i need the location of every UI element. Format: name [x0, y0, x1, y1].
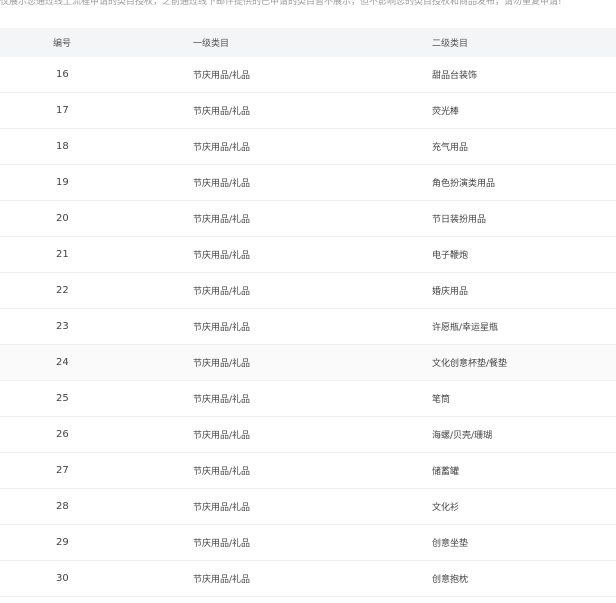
cell-id: 16 — [56, 69, 69, 80]
cell-level1: 节庆用品/礼品 — [193, 215, 251, 225]
cell-id: 25 — [56, 393, 69, 404]
table-row: 28 节庆用品/礼品 文化衫 — [0, 489, 616, 525]
cell-level2: 角色扮演类用品 — [432, 179, 496, 189]
table-row: 19 节庆用品/礼品 角色扮演类用品 — [0, 165, 616, 201]
cell-level1: 节庆用品/礼品 — [193, 467, 251, 477]
cell-level1: 节庆用品/礼品 — [193, 71, 251, 81]
cell-level2: 文化创意杯垫/餐垫 — [432, 359, 508, 369]
cell-level1: 节庆用品/礼品 — [193, 575, 251, 585]
table-row: 18 节庆用品/礼品 充气用品 — [0, 129, 616, 165]
header-level1-category: 一级类目 — [193, 39, 230, 49]
cell-level1: 节庆用品/礼品 — [193, 107, 251, 117]
header-id: 编号 — [53, 39, 72, 49]
cell-level1: 节庆用品/礼品 — [193, 143, 251, 153]
cell-id: 23 — [56, 321, 69, 332]
cell-level2: 甜品台装饰 — [432, 71, 478, 81]
table-header: 编号 一级类目 二级类目 — [0, 28, 616, 57]
table-row: 22 节庆用品/礼品 婚庆用品 — [0, 273, 616, 309]
table-row: 25 节庆用品/礼品 笔筒 — [0, 381, 616, 417]
cell-level1: 节庆用品/礼品 — [193, 287, 251, 297]
cell-level2: 海螺/贝壳/珊瑚 — [432, 431, 493, 441]
cell-level1: 节庆用品/礼品 — [193, 539, 251, 549]
notice-banner: 仅展示您通过线上流程申请的类目授权，之前通过线下邮件提供的已申请的类目暂不展示，… — [0, 0, 616, 14]
table-row: 30 节庆用品/礼品 创意抱枕 — [0, 561, 616, 597]
category-table: 编号 一级类目 二级类目 16 节庆用品/礼品 甜品台装饰 17 节庆用品/礼品… — [0, 28, 616, 597]
cell-level2: 许愿瓶/幸运星瓶 — [432, 323, 499, 333]
table-row: 20 节庆用品/礼品 节日装扮用品 — [0, 201, 616, 237]
cell-id: 18 — [56, 141, 69, 152]
cell-level1: 节庆用品/礼品 — [193, 395, 251, 405]
cell-level1: 节庆用品/礼品 — [193, 503, 251, 513]
table-row: 26 节庆用品/礼品 海螺/贝壳/珊瑚 — [0, 417, 616, 453]
table-row: 24 节庆用品/礼品 文化创意杯垫/餐垫 — [0, 345, 616, 381]
table-row: 23 节庆用品/礼品 许愿瓶/幸运星瓶 — [0, 309, 616, 345]
cell-level1: 节庆用品/礼品 — [193, 323, 251, 333]
table-row: 29 节庆用品/礼品 创意坐垫 — [0, 525, 616, 561]
cell-id: 20 — [56, 213, 69, 224]
cell-id: 29 — [56, 537, 69, 548]
cell-level2: 笔筒 — [432, 395, 451, 405]
cell-level2: 创意坐垫 — [432, 539, 469, 549]
cell-level2: 储蓄罐 — [432, 467, 460, 477]
notice-text: 仅展示您通过线上流程申请的类目授权，之前通过线下邮件提供的已申请的类目暂不展示，… — [0, 0, 562, 7]
table-row: 17 节庆用品/礼品 荧光棒 — [0, 93, 616, 129]
cell-id: 22 — [56, 285, 69, 296]
cell-level1: 节庆用品/礼品 — [193, 251, 251, 261]
cell-id: 26 — [56, 429, 69, 440]
cell-level2: 婚庆用品 — [432, 287, 469, 297]
cell-id: 17 — [56, 105, 69, 116]
cell-level1: 节庆用品/礼品 — [193, 359, 251, 369]
cell-level2: 电子鞭炮 — [432, 251, 469, 261]
cell-level2: 充气用品 — [432, 143, 469, 153]
cell-level1: 节庆用品/礼品 — [193, 179, 251, 189]
cell-id: 24 — [56, 357, 69, 368]
cell-level2: 创意抱枕 — [432, 575, 469, 585]
cell-level2: 文化衫 — [432, 503, 460, 513]
cell-level2: 荧光棒 — [432, 107, 460, 117]
cell-level1: 节庆用品/礼品 — [193, 431, 251, 441]
cell-level2: 节日装扮用品 — [432, 215, 487, 225]
table-row: 27 节庆用品/礼品 储蓄罐 — [0, 453, 616, 489]
header-level2-category: 二级类目 — [432, 39, 469, 49]
cell-id: 19 — [56, 177, 69, 188]
table-row: 16 节庆用品/礼品 甜品台装饰 — [0, 57, 616, 93]
cell-id: 28 — [56, 501, 69, 512]
cell-id: 27 — [56, 465, 69, 476]
cell-id: 30 — [56, 573, 69, 584]
table-row: 21 节庆用品/礼品 电子鞭炮 — [0, 237, 616, 273]
cell-id: 21 — [56, 249, 69, 260]
